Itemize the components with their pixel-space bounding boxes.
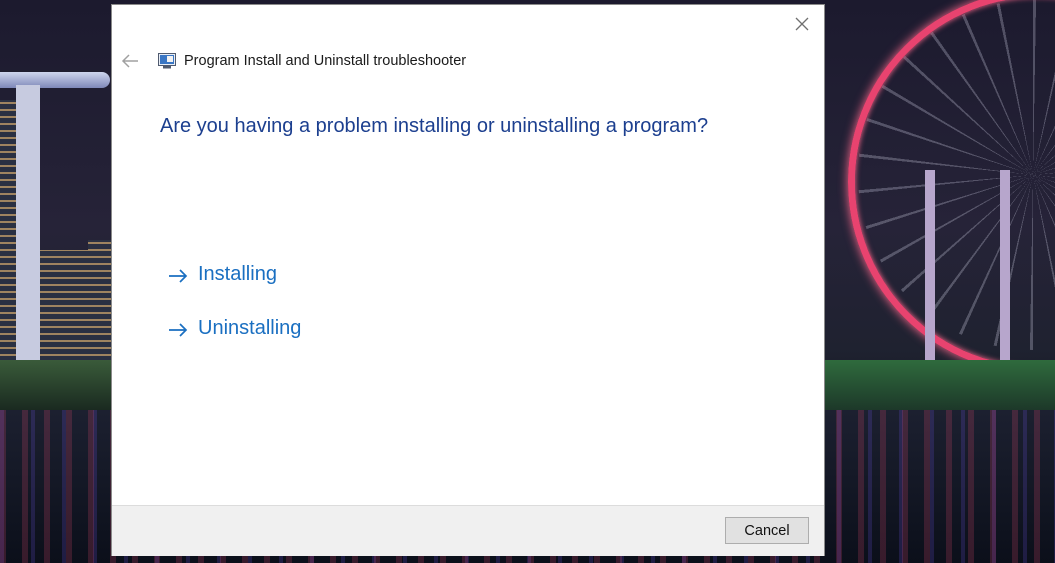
ferris-wheel-leg bbox=[925, 170, 935, 360]
option-label: Installing bbox=[198, 263, 277, 285]
tower-building bbox=[88, 240, 112, 370]
back-arrow-icon[interactable] bbox=[120, 52, 140, 70]
window-title-bar: Program Install and Uninstall troublesho… bbox=[158, 51, 466, 71]
shoreline bbox=[0, 360, 112, 410]
page-heading: Are you having a problem installing or u… bbox=[160, 115, 709, 137]
tower-building bbox=[16, 85, 40, 370]
option-uninstalling[interactable]: Uninstalling bbox=[167, 317, 301, 340]
dialog-footer: Cancel bbox=[112, 505, 824, 556]
option-label: Uninstalling bbox=[198, 317, 302, 339]
close-icon[interactable] bbox=[792, 14, 812, 34]
ferris-wheel bbox=[848, 0, 1055, 374]
cancel-button[interactable]: Cancel bbox=[725, 517, 809, 544]
troubleshooter-dialog: Program Install and Uninstall troublesho… bbox=[112, 5, 824, 556]
ferris-wheel-leg bbox=[1000, 170, 1010, 360]
shoreline bbox=[824, 360, 1055, 415]
troubleshooter-app-icon bbox=[158, 53, 176, 69]
option-installing[interactable]: Installing bbox=[167, 263, 277, 286]
window-title: Program Install and Uninstall troublesho… bbox=[184, 53, 467, 69]
tower-building bbox=[40, 250, 90, 370]
right-arrow-icon bbox=[167, 321, 189, 337]
right-arrow-icon bbox=[167, 267, 189, 283]
tower-building bbox=[0, 100, 16, 370]
